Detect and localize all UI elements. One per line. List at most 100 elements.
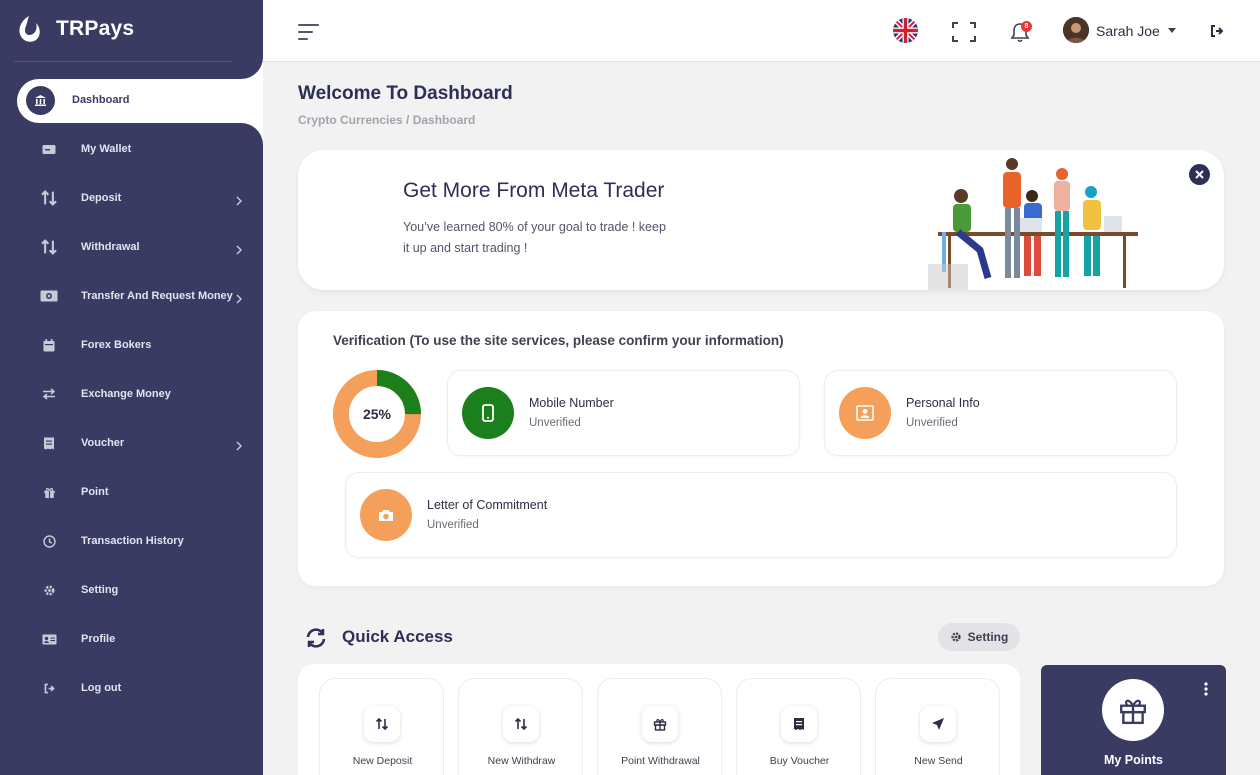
sidebar-item-setting[interactable]: Setting (0, 570, 263, 610)
topbar: 8 Sarah Joe (263, 0, 1260, 62)
chevron-right-icon (234, 438, 244, 451)
logout-icon (38, 677, 60, 699)
sidebar-item-label: Setting (81, 584, 119, 596)
bank-icon (26, 86, 55, 115)
verify-status-circle (839, 387, 891, 439)
more-vertical-icon[interactable] (1204, 682, 1208, 696)
team-illustration (928, 158, 1138, 290)
menu-toggle-icon[interactable] (298, 23, 320, 41)
sidebar-item-withdrawal[interactable]: Withdrawal (0, 227, 263, 267)
sidebar-item-profile[interactable]: Profile (0, 619, 263, 659)
close-button[interactable] (1189, 164, 1210, 185)
exchange-icon (38, 383, 60, 405)
brand-logo-icon (19, 16, 40, 42)
calendar-icon (38, 334, 60, 356)
sidebar-item-label: Profile (81, 633, 116, 645)
gift-icon (642, 706, 678, 742)
sidebar-item-label: Withdrawal (81, 241, 140, 253)
verify-item-status: Unverified (906, 417, 958, 429)
quick-access-point-withdrawal[interactable]: Point Withdrawal (597, 678, 722, 775)
quick-access-new-deposit[interactable]: New Deposit (319, 678, 444, 775)
promo-text: You’ve learned 80% of your goal to trade… (403, 220, 666, 255)
fullscreen-icon[interactable] (952, 22, 976, 42)
quick-access-label: New Withdraw (487, 755, 556, 767)
send-icon (920, 706, 956, 742)
sidebar-item-deposit[interactable]: Deposit (0, 178, 263, 218)
verification-progress-label: 25% (362, 406, 392, 422)
sidebar-item-exchange-money[interactable]: Exchange Money (0, 374, 263, 414)
quick-access-label: Point Withdrawal (621, 755, 700, 767)
promo-card: Get More From Meta Trader You’ve learned… (298, 150, 1224, 290)
gift-icon (38, 481, 60, 503)
sidebar-item-label: Transfer And Request Money (81, 290, 233, 302)
verification-card: Verification (To use the site services, … (298, 311, 1224, 586)
my-points-label: My Points (1103, 753, 1164, 767)
uk-flag-icon[interactable] (893, 18, 918, 43)
brand-name: TRPays (56, 17, 135, 40)
sidebar-item-label: Log out (81, 682, 122, 694)
sidebar-item-forex-bokers[interactable]: Forex Bokers (0, 325, 263, 365)
quick-access-setting-button[interactable]: Setting (938, 623, 1020, 651)
sidebar-item-voucher[interactable]: Voucher (0, 423, 263, 463)
notification-badge: 8 (1021, 21, 1032, 32)
clock-icon (38, 530, 60, 552)
mobile-icon (482, 404, 494, 422)
chevron-right-icon (234, 242, 244, 255)
arrows-up-down-icon (503, 706, 539, 742)
verify-status-circle (360, 489, 412, 541)
id-card-icon (38, 628, 60, 650)
chevron-right-icon (234, 193, 244, 206)
verify-status-circle (462, 387, 514, 439)
verify-personal-info-card[interactable]: Personal Info Unverified (824, 370, 1177, 456)
sidebar-item-transaction-history[interactable]: Transaction History (0, 521, 263, 561)
arrows-up-down-icon (364, 706, 400, 742)
verify-commitment-card[interactable]: Letter of Commitment Unverified (345, 472, 1177, 558)
camera-icon (379, 509, 393, 521)
page-title: Welcome To Dashboard (298, 83, 513, 104)
brand[interactable]: TRPays (16, 14, 134, 44)
my-points-card[interactable]: My Points (1041, 665, 1226, 775)
verify-item-status: Unverified (427, 519, 479, 531)
sidebar-item-transfer-and-request-money[interactable]: Transfer And Request Money (0, 276, 263, 316)
verify-item-status: Unverified (529, 417, 581, 429)
quick-access-title: Quick Access (342, 627, 453, 646)
verify-item-name: Personal Info (906, 396, 980, 410)
points-icon-circle (1102, 679, 1164, 741)
sidebar-item-point[interactable]: Point (0, 472, 263, 512)
user-name[interactable]: Sarah Joe (1096, 23, 1160, 39)
wallet-icon (38, 138, 60, 160)
gift-icon (1120, 699, 1146, 725)
quick-access-new-withdraw[interactable]: New Withdraw (458, 678, 583, 775)
verification-title: Verification (To use the site services, … (333, 333, 784, 348)
breadcrumb[interactable]: Crypto Currencies / Dashboard (298, 113, 475, 127)
refresh-icon (306, 628, 326, 648)
sidebar: TRPays Dashboard My Wallet Deposit Withdra… (0, 0, 263, 775)
quick-access-buy-voucher[interactable]: Buy Voucher (736, 678, 861, 775)
quick-access-label: New Send (914, 755, 963, 767)
verify-mobile-card[interactable]: Mobile Number Unverified (447, 370, 800, 456)
receipt-icon (781, 706, 817, 742)
quick-access-label: Buy Voucher (769, 755, 830, 767)
sidebar-item-label: Voucher (81, 437, 125, 449)
arrows-up-down-icon (38, 236, 60, 258)
logout-icon[interactable] (1209, 23, 1225, 39)
sidebar-item-my-wallet[interactable]: My Wallet (0, 129, 263, 169)
sidebar-item-label: My Wallet (81, 143, 132, 155)
arrows-up-down-icon (38, 187, 60, 209)
quick-access-panel: New Deposit New Withdraw Point Withdrawa… (298, 664, 1020, 775)
gear-icon (38, 579, 60, 601)
receipt-icon (38, 432, 60, 454)
caret-down-icon[interactable] (1168, 28, 1176, 34)
close-icon (1195, 170, 1204, 179)
verify-item-name: Letter of Commitment (427, 498, 548, 512)
quick-access-label: New Deposit (352, 755, 413, 767)
quick-access-new-send[interactable]: New Send (875, 678, 1000, 775)
sidebar-item-log-out[interactable]: Log out (0, 668, 263, 708)
sidebar-item-label: Deposit (81, 192, 122, 204)
sidebar-item-label: Point (81, 486, 109, 498)
quick-access-setting-label: Setting (967, 630, 1009, 644)
divider (14, 61, 245, 62)
avatar[interactable] (1063, 17, 1089, 43)
portrait-icon (856, 405, 874, 421)
sidebar-item-label: Exchange Money (81, 388, 171, 400)
